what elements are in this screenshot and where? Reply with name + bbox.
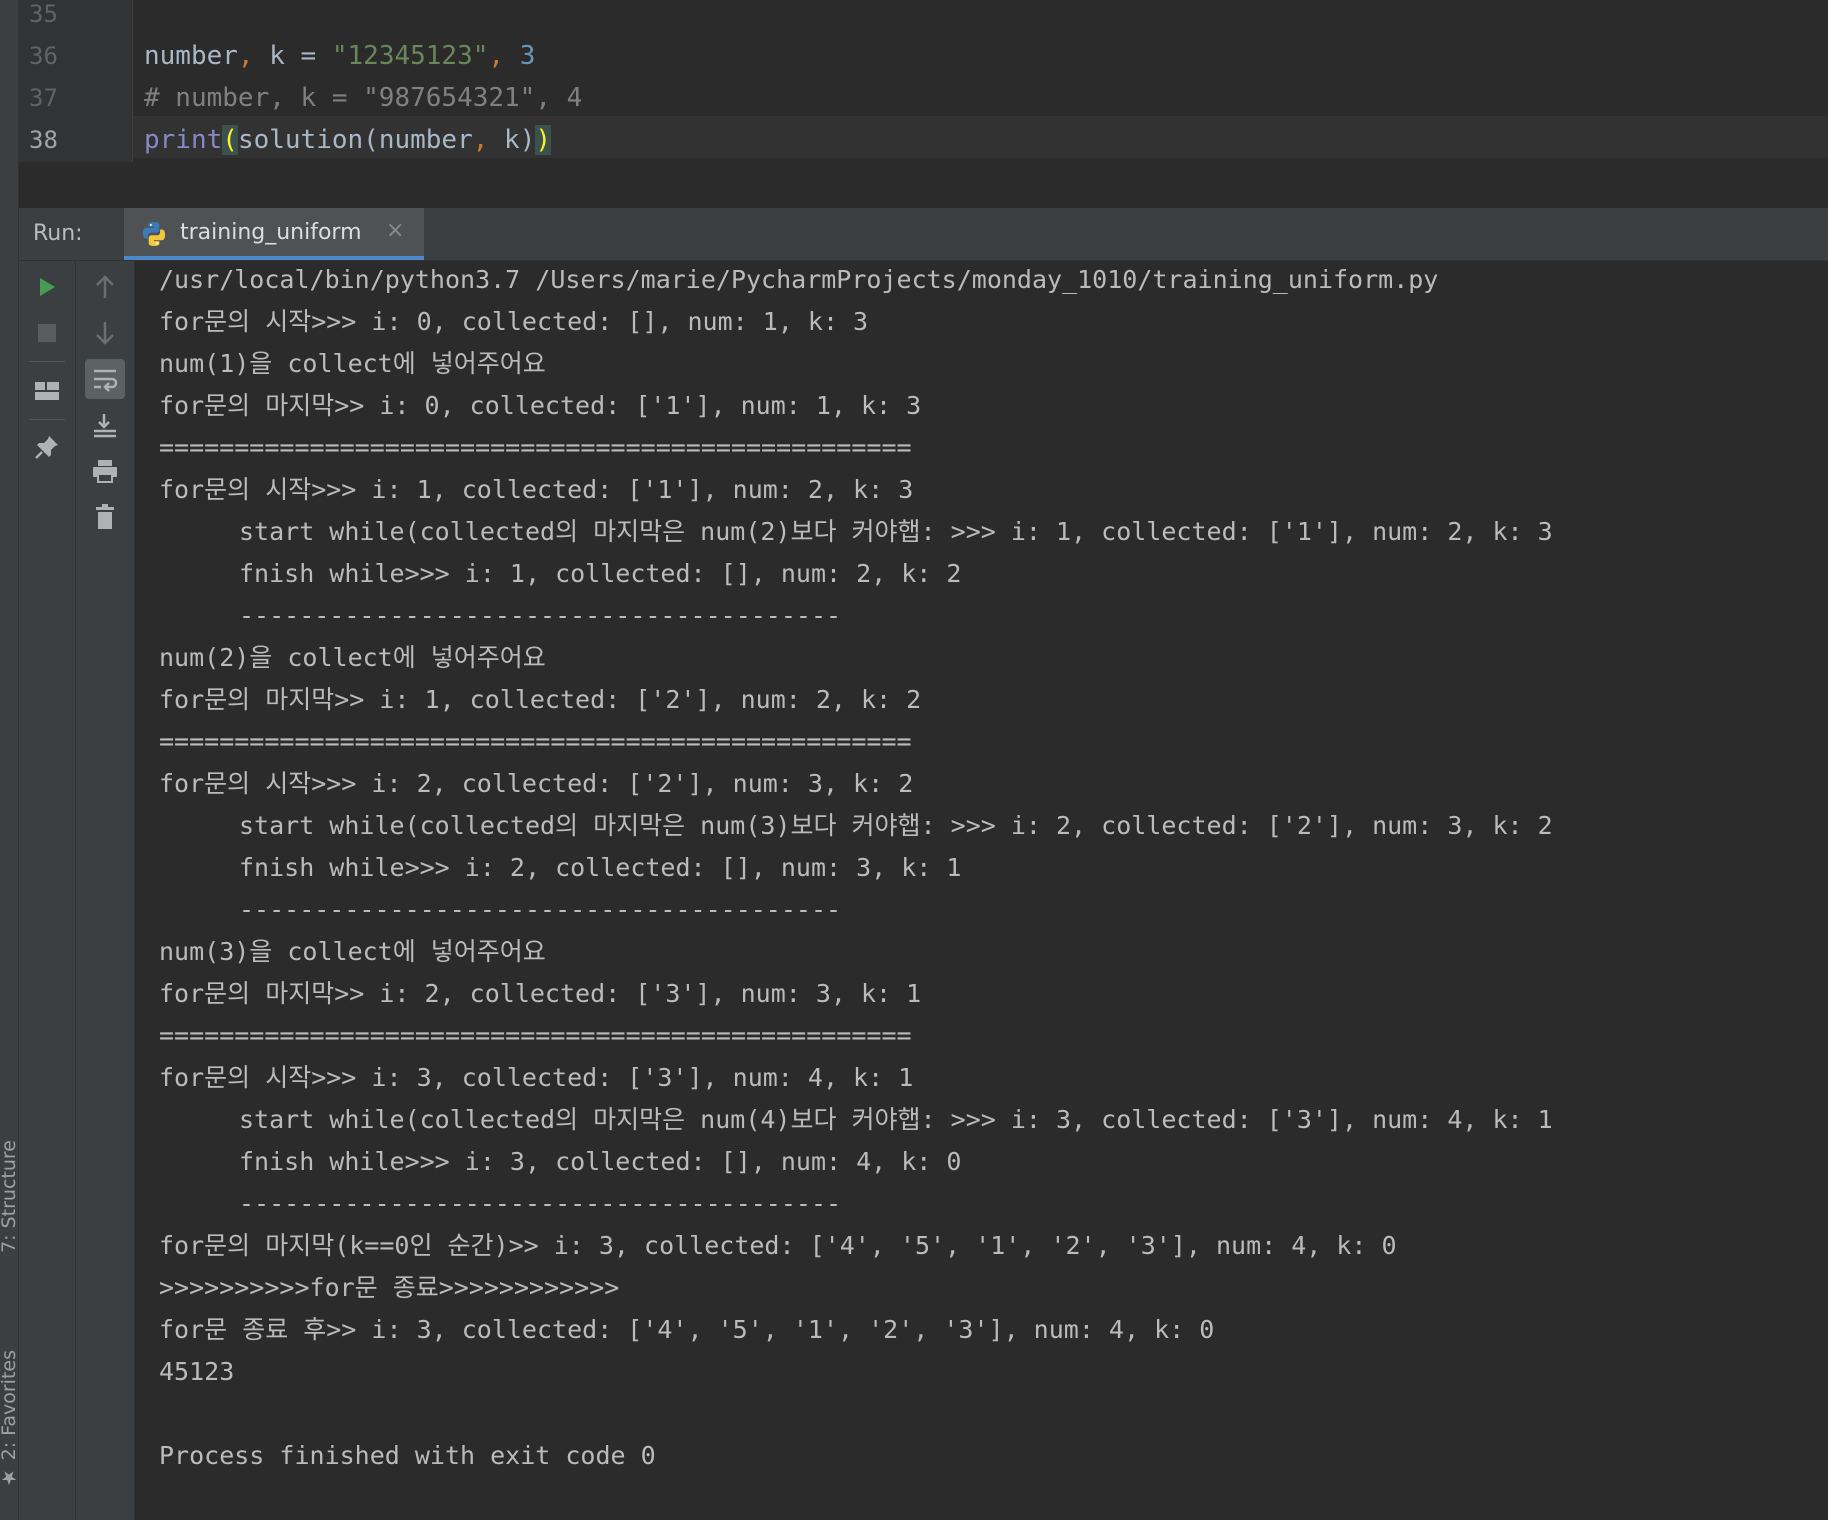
print-button[interactable] [85,451,125,491]
console-line: num(2)을 collect에 넣어주어요 [159,643,546,672]
console-line: ---------------------------------------- [239,1189,842,1218]
run-tool-window-header: Run: training_uniform × [19,208,1828,261]
ide-window: 7: Structure ★ 2: Favorites 35 36 37 38 num… [0,0,1828,1520]
soft-wrap-button[interactable] [85,359,125,399]
console-line: for문의 마지막>> i: 0, collected: ['1'], num:… [159,391,922,420]
console-line: ========================================… [159,727,912,756]
down-arrow-icon [96,322,114,345]
stop-icon [38,324,56,342]
console-line: start while(collected의 마지막은 num(4)보다 커야햅… [239,1105,1553,1134]
editor-run-divider[interactable] [19,162,1828,209]
code-token: solution(number [237,125,473,155]
star-icon: ★ [0,1466,20,1489]
restore-layout-button[interactable] [27,371,67,411]
favorites-tool-tab[interactable]: ★ 2: Favorites [0,1350,20,1488]
console-line: ---------------------------------------- [239,895,842,924]
code-token: ) [535,125,552,155]
code-token: , [472,125,489,155]
code-token: ( [222,125,238,155]
code-token: , [488,41,505,71]
trash-icon [96,504,114,529]
soft-wrap-icon [94,369,118,392]
run-toolbar-secondary [76,261,135,1520]
code-line[interactable]: print(solution(number, k)) [144,119,552,161]
code-token: k) [488,125,536,155]
code-token: , [237,41,254,71]
console-line: for문의 마지막(k==0인 순간)>> i: 3, collected: [… [159,1231,1397,1260]
layout-icon [35,382,59,400]
console-line: num(1)을 collect에 넣어주어요 [159,349,546,378]
console-line: /usr/local/bin/python3.7 /Users/marie/Py… [159,265,1439,294]
code-token: 3 [519,41,536,71]
console-line: start while(collected의 마지막은 num(2)보다 커야햅… [239,517,1553,546]
console-line: ========================================… [159,1021,912,1050]
clear-all-button[interactable] [85,497,125,537]
console-line: fnish while>>> i: 2, collected: [], num:… [239,853,962,882]
console-line: start while(collected의 마지막은 num(3)보다 커야햅… [239,811,1553,840]
stop-button[interactable] [27,313,67,353]
console-line: for문 종료 후>> i: 3, collected: ['4', '5', … [159,1315,1215,1344]
code-editor[interactable]: 35 36 37 38 number, k = "12345123", 3 # numb… [19,0,1828,162]
structure-tab-label: 7: Structure [0,1140,20,1253]
down-stack-trace-button[interactable] [85,313,125,353]
line-number: 38 [29,126,58,154]
up-stack-trace-button[interactable] [85,267,125,307]
run-label: Run: [33,221,83,246]
code-line[interactable]: # number, k = "987654321", 4 [144,77,582,119]
line-number: 35 [29,0,58,28]
line-number: 37 [29,84,58,112]
run-tab-training-uniform[interactable]: training_uniform × [124,208,424,260]
console-line: >>>>>>>>>>for문 종료>>>>>>>>>>>> [159,1273,620,1302]
run-tab-label: training_uniform [180,220,362,245]
favorites-tab-label: 2: Favorites [0,1350,20,1461]
close-icon[interactable]: × [386,218,404,243]
code-token: print [144,125,223,155]
pin-icon [35,436,58,459]
run-toolbar-primary [19,261,76,1520]
up-arrow-icon [96,275,114,298]
pin-tab-button[interactable] [27,427,67,467]
console-line: for문의 시작>>> i: 1, collected: ['1'], num:… [159,475,914,504]
console-line: for문의 시작>>> i: 0, collected: [], num: 1,… [159,307,869,336]
code-token: number [144,41,238,71]
line-number-gutter: 35 36 37 38 [19,0,133,162]
console-line: ========================================… [159,433,912,462]
code-line[interactable]: number, k = "12345123", 3 [144,35,535,77]
line-number: 36 [29,42,58,70]
scroll-to-end-icon [94,414,116,438]
console-line: for문의 시작>>> i: 3, collected: ['3'], num:… [159,1063,914,1092]
console-line: num(3)을 collect에 넣어주어요 [159,937,546,966]
run-icon [40,278,55,296]
console-line: for문의 시작>>> i: 2, collected: ['2'], num:… [159,769,914,798]
console-line: fnish while>>> i: 3, collected: [], num:… [239,1147,962,1176]
code-token: "12345123" [331,41,489,71]
code-token: # number, k = "987654321", 4 [144,83,583,113]
scroll-to-end-button[interactable] [85,405,125,445]
rerun-button[interactable] [27,267,67,307]
code-token: k = [253,41,332,71]
console-line: for문의 마지막>> i: 1, collected: ['2'], num:… [159,685,922,714]
console-line: ---------------------------------------- [239,601,842,630]
left-tool-strip: 7: Structure ★ 2: Favorites [0,0,20,1520]
console-output[interactable]: /usr/local/bin/python3.7 /Users/marie/Py… [135,261,1828,1520]
print-icon [93,460,117,483]
console-line: 45123 [159,1357,235,1386]
console-line: fnish while>>> i: 1, collected: [], num:… [239,559,962,588]
console-line: for문의 마지막>> i: 2, collected: ['3'], num:… [159,979,922,1008]
structure-tool-tab[interactable]: 7: Structure [0,1140,20,1253]
console-line: Process finished with exit code 0 [159,1441,656,1470]
python-icon [142,222,166,246]
